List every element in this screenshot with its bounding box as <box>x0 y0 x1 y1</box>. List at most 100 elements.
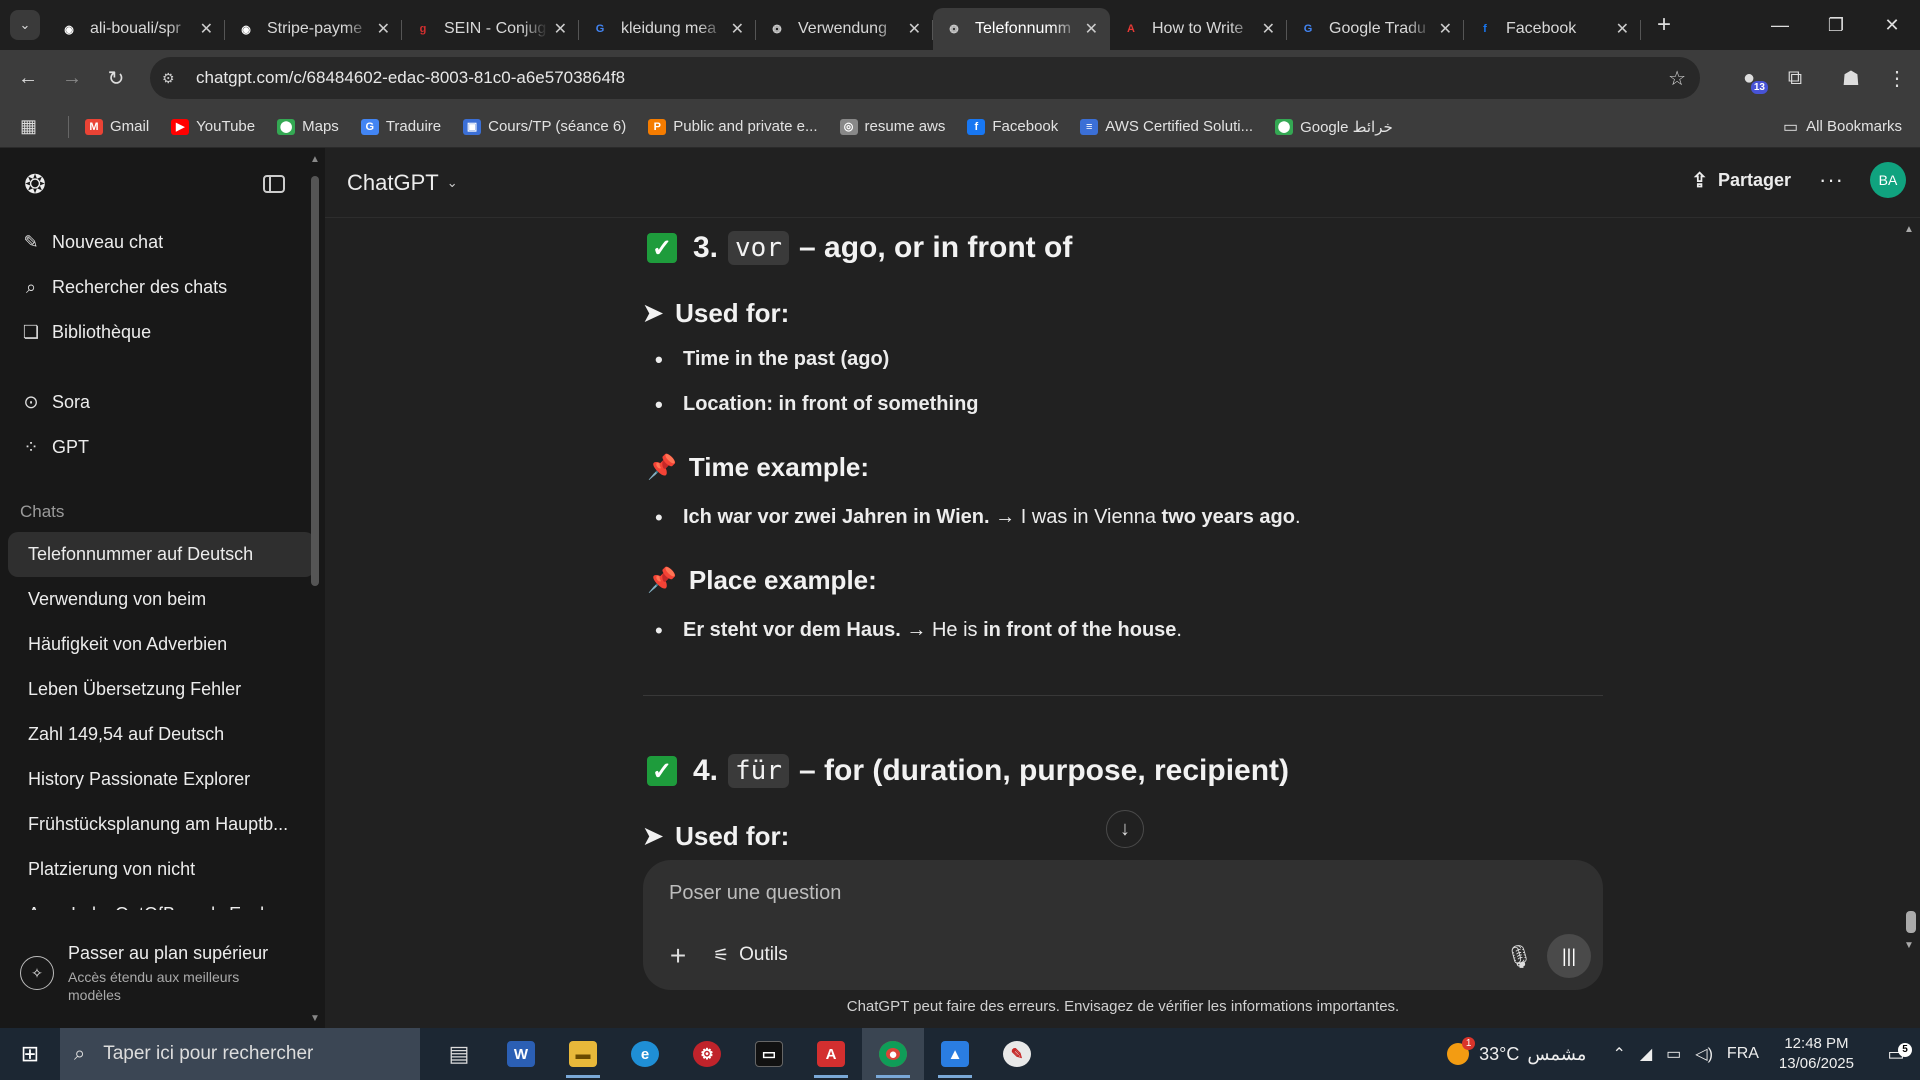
share-button[interactable]: ⇪ Partager <box>1691 168 1791 193</box>
scroll-down-arrow[interactable]: ▼ <box>1904 940 1914 951</box>
back-button[interactable]: ← <box>6 58 50 98</box>
scroll-to-bottom-button[interactable]: ↓ <box>1106 810 1144 848</box>
tab-3[interactable]: Gkleidung mea ✕ <box>579 8 756 50</box>
address-bar[interactable]: ⚙ chatgpt.com/c/68484602-edac-8003-81c0-… <box>150 57 1700 99</box>
chat-scrollbar[interactable]: ▲ ▼ <box>1902 218 1918 1028</box>
extensions-puzzle-icon[interactable]: ⧉ <box>1772 58 1818 98</box>
browser-menu-icon[interactable]: ⋮ <box>1874 58 1920 98</box>
bookmark-4[interactable]: ▣ Cours/TP (séance 6) <box>463 118 626 135</box>
model-selector[interactable]: ChatGPT ⌄ <box>347 170 458 196</box>
close-tab-icon[interactable]: ✕ <box>908 19 921 39</box>
close-tab-icon[interactable]: ✕ <box>200 19 213 39</box>
chat-history-item[interactable]: Verwendung von beim <box>8 577 315 622</box>
tab-7[interactable]: G Google Tradu ✕ <box>1287 8 1464 50</box>
close-tab-icon[interactable]: ✕ <box>377 19 390 39</box>
chat-history-item[interactable]: Frühstücksplanung am Hauptb... <box>8 802 315 847</box>
file-explorer-icon[interactable]: ▬ <box>552 1028 614 1080</box>
tab-5[interactable]: ❂ Telefonnumm ✕ <box>933 8 1110 50</box>
scroll-thumb[interactable] <box>1906 911 1916 933</box>
message-composer[interactable]: Poser une question + ⚟ Outils 🎙 ||| <box>643 860 1603 990</box>
photos-icon[interactable]: ▲ <box>924 1028 986 1080</box>
sidebar-scroll-down-arrow[interactable]: ▼ <box>310 1013 320 1024</box>
tab-1[interactable]: ◉ Stripe-payme ✕ <box>225 8 402 50</box>
battery-icon[interactable]: ▭ <box>1666 1044 1681 1064</box>
chrome-icon[interactable]: ● <box>862 1028 924 1080</box>
new-tab-button[interactable]: + <box>1649 10 1679 40</box>
word-icon[interactable]: W <box>490 1028 552 1080</box>
upgrade-plan-button[interactable]: ✧ Passer au plan supérieur Accès étendu … <box>0 918 325 1028</box>
tools-button[interactable]: ⚟ Outils <box>713 944 788 966</box>
weather-widget[interactable]: 1 33°C مشمس <box>1447 1037 1586 1065</box>
close-window-button[interactable]: ✕ <box>1864 0 1920 50</box>
sidebar-scrollbar[interactable] <box>311 176 319 586</box>
bookmark-2[interactable]: ⬤ Maps <box>277 118 339 135</box>
chevron-up-icon[interactable]: ⌃ <box>1612 1044 1625 1064</box>
sidebar-item-sora[interactable]: ⊙ Sora <box>0 380 325 425</box>
bookmark-9[interactable]: ⬤ Google خرائط <box>1275 118 1393 136</box>
bookmark-0[interactable]: M Gmail <box>85 118 149 135</box>
chat-history-item[interactable]: ArrayIndexOutOfBounds Expla... <box>8 892 315 910</box>
close-tab-icon[interactable]: ✕ <box>731 19 744 39</box>
restore-button[interactable]: ❐ <box>1808 0 1864 50</box>
sidebar-item-biblioth-que[interactable]: ❏ Bibliothèque <box>0 310 325 355</box>
sidebar-scroll-up-arrow[interactable]: ▲ <box>310 154 320 165</box>
volume-icon[interactable]: ◁) <box>1695 1044 1713 1064</box>
all-bookmarks-button[interactable]: ▭ All Bookmarks <box>1783 117 1902 137</box>
windows-start-icon[interactable]: ⊞ <box>0 1028 60 1080</box>
site-info-icon[interactable]: ⚙ <box>162 70 184 87</box>
add-attachment-button[interactable]: + <box>663 940 693 972</box>
prompt-input[interactable]: Poser une question <box>669 882 841 905</box>
sidebar-item-gpt[interactable]: ⁘ GPT <box>0 425 325 470</box>
edge-icon[interactable]: e <box>614 1028 676 1080</box>
bookmark-8[interactable]: ≡ AWS Certified Soluti... <box>1080 118 1253 135</box>
chat-history-item[interactable]: Häufigkeit von Adverbien <box>8 622 315 667</box>
antivirus-icon[interactable]: ⚙ <box>676 1028 738 1080</box>
extension-icon[interactable]: ● 13 <box>1726 58 1772 98</box>
profile-icon[interactable]: ☗ <box>1828 58 1874 98</box>
url-text[interactable]: chatgpt.com/c/68484602-edac-8003-81c0-a6… <box>196 68 625 88</box>
sidebar-item-rechercher-des-chats[interactable]: ⌕ Rechercher des chats <box>0 265 325 310</box>
bookmark-3[interactable]: G Traduire <box>360 118 441 135</box>
tab-6[interactable]: A How to Write ✕ <box>1110 8 1287 50</box>
sidebar-toggle-icon[interactable] <box>263 175 285 193</box>
voice-mode-button[interactable]: ||| <box>1547 934 1591 978</box>
avatar[interactable]: BA <box>1870 162 1906 198</box>
chat-history-item[interactable]: Telefonnummer auf Deutsch <box>8 532 315 577</box>
forward-button[interactable]: → <box>50 58 94 98</box>
taskbar-search[interactable]: ⌕ Taper ici pour rechercher <box>60 1028 420 1080</box>
chatgpt-logo-icon[interactable]: ❂ <box>20 169 50 199</box>
tab-2[interactable]: g SEIN - Conjug ✕ <box>402 8 579 50</box>
tab-search-button[interactable]: ⌄ <box>10 10 40 40</box>
notifications-icon[interactable]: ▭ 5 <box>1872 1042 1920 1065</box>
language-indicator[interactable]: FRA <box>1727 1045 1759 1063</box>
bookmark-7[interactable]: f Facebook <box>967 118 1058 135</box>
bookmark-5[interactable]: P Public and private e... <box>648 118 818 135</box>
paint-icon[interactable]: ✎ <box>986 1028 1048 1080</box>
close-tab-icon[interactable]: ✕ <box>1439 19 1452 39</box>
tab-4[interactable]: ❂ Verwendung ✕ <box>756 8 933 50</box>
chat-history-item[interactable]: Leben Übersetzung Fehler <box>8 667 315 712</box>
chat-history-item[interactable]: History Passionate Explorer <box>8 757 315 802</box>
bookmark-6[interactable]: ◎ resume aws <box>839 118 945 135</box>
reload-button[interactable]: ↻ <box>94 58 138 98</box>
minimize-button[interactable]: — <box>1752 0 1808 50</box>
bookmark-star-icon[interactable]: ☆ <box>1668 66 1686 91</box>
acrobat-icon[interactable]: A <box>800 1028 862 1080</box>
tab-0[interactable]: ◉ ali-bouali/spr ✕ <box>48 8 225 50</box>
close-tab-icon[interactable]: ✕ <box>554 19 567 39</box>
sidebar-item-nouveau-chat[interactable]: ✎ Nouveau chat <box>0 220 325 265</box>
close-tab-icon[interactable]: ✕ <box>1085 19 1098 39</box>
microphone-icon[interactable]: 🎙 <box>1505 944 1533 970</box>
close-tab-icon[interactable]: ✕ <box>1616 19 1629 39</box>
bookmark-1[interactable]: ▶ YouTube <box>171 118 255 135</box>
close-tab-icon[interactable]: ✕ <box>1262 19 1275 39</box>
clock[interactable]: 12:48 PM 13/06/2025 <box>1779 1034 1854 1074</box>
chat-history-item[interactable]: Zahl 149,54 auf Deutsch <box>8 712 315 757</box>
task-view-icon[interactable]: ▤ <box>428 1028 490 1080</box>
apps-grid-icon[interactable]: ▦ <box>20 116 50 137</box>
more-options-icon[interactable]: ··· <box>1819 167 1844 193</box>
tab-8[interactable]: f Facebook ✕ <box>1464 8 1641 50</box>
network-icon[interactable]: ◢ <box>1640 1044 1652 1064</box>
chat-history-item[interactable]: Platzierung von nicht <box>8 847 315 892</box>
terminal-icon[interactable]: ▭ <box>738 1028 800 1080</box>
